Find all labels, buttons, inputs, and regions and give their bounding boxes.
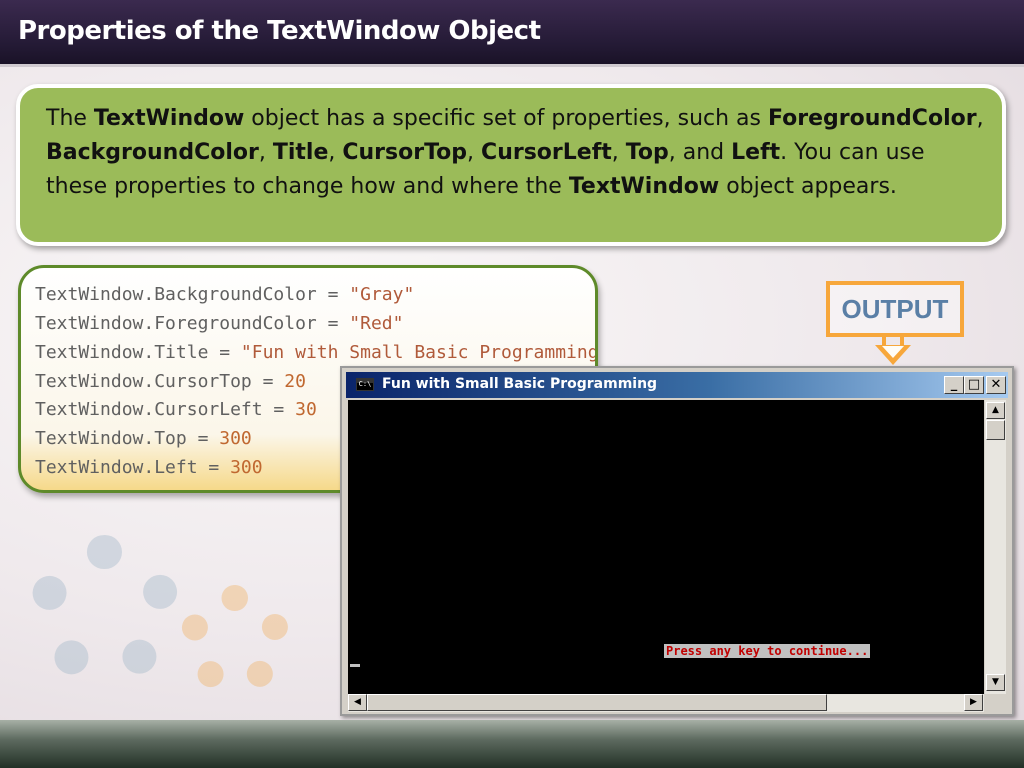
code-line: TextWindow.Top = 300: [35, 428, 252, 449]
code-operator: =: [208, 342, 241, 363]
console-area[interactable]: Press any key to continue...: [348, 400, 984, 694]
code-value: 30: [295, 399, 317, 420]
code-property: Top: [154, 428, 187, 449]
code-property: BackgroundColor: [154, 284, 317, 305]
intro-text-part: object has a specific set of properties,…: [244, 106, 768, 131]
intro-text-part: object appears.: [719, 174, 897, 199]
gear-decoration-icon: [180, 585, 290, 695]
code-line: TextWindow.BackgroundColor = "Gray": [35, 284, 414, 305]
slide-title: Properties of the TextWindow Object: [18, 16, 541, 46]
intro-keyword: TextWindow: [93, 106, 245, 131]
code-object: TextWindow.: [35, 313, 155, 334]
code-value: "Gray": [349, 284, 415, 305]
maximize-button[interactable]: □: [964, 376, 984, 394]
window-titlebar[interactable]: C:\ Fun with Small Basic Programming _ □…: [346, 372, 1008, 398]
intro-keyword: Title: [272, 140, 329, 165]
intro-keyword: ForegroundColor: [768, 106, 977, 131]
text-window[interactable]: C:\ Fun with Small Basic Programming _ □…: [340, 366, 1014, 716]
intro-text-part: ,: [611, 140, 626, 165]
code-line: TextWindow.Title = "Fun with Small Basic…: [35, 342, 598, 363]
intro-keyword: CursorLeft: [481, 140, 612, 165]
code-property: Left: [154, 457, 198, 478]
output-label-box: OUTPUT: [826, 281, 964, 337]
code-value: 20: [284, 371, 306, 392]
code-object: TextWindow.: [35, 428, 155, 449]
intro-keyword: TextWindow: [568, 174, 720, 199]
code-value: "Fun with Small Basic Programming": [240, 342, 598, 363]
code-operator: =: [251, 371, 285, 392]
code-object: TextWindow.: [35, 457, 155, 478]
vertical-scrollbar[interactable]: ▲ ▼: [985, 400, 1006, 694]
code-object: TextWindow.: [35, 371, 155, 392]
code-operator: =: [262, 399, 296, 420]
code-property: Title: [154, 342, 209, 363]
code-object: TextWindow.: [35, 284, 155, 305]
scrollbar-corner: [985, 694, 1006, 712]
console-icon: C:\: [356, 378, 374, 391]
code-object: TextWindow.: [35, 342, 155, 363]
slide-header: Properties of the TextWindow Object: [0, 0, 1024, 67]
scroll-right-button[interactable]: ▶: [964, 694, 983, 711]
intro-keyword: Left: [731, 140, 781, 165]
code-operator: =: [186, 428, 220, 449]
code-property: ForegroundColor: [154, 313, 317, 334]
code-property: CursorTop: [154, 371, 252, 392]
down-arrow-icon-inner: [882, 346, 904, 358]
intro-keyword: BackgroundColor: [46, 140, 259, 165]
gear-decoration-icon: [30, 535, 180, 685]
intro-keyword: Top: [625, 140, 669, 165]
slide-footer: [0, 720, 1024, 768]
scroll-left-button[interactable]: ◀: [348, 694, 367, 711]
code-line: TextWindow.Left = 300: [35, 457, 263, 478]
intro-text-part: ,: [328, 140, 343, 165]
intro-text-part: The: [46, 106, 94, 131]
code-value: "Red": [349, 313, 404, 334]
vertical-scroll-thumb[interactable]: [986, 420, 1005, 440]
code-property: CursorLeft: [154, 399, 263, 420]
code-operator: =: [197, 457, 231, 478]
intro-text: The TextWindow object has a specific set…: [46, 102, 986, 204]
code-operator: =: [316, 284, 350, 305]
scroll-down-button[interactable]: ▼: [986, 674, 1005, 691]
intro-text-part: ,: [976, 106, 984, 131]
code-object: TextWindow.: [35, 399, 155, 420]
scroll-up-button[interactable]: ▲: [986, 402, 1005, 419]
intro-callout: The TextWindow object has a specific set…: [16, 84, 1006, 246]
text-cursor: [350, 664, 360, 667]
output-label: OUTPUT: [841, 294, 949, 324]
intro-text-part: , and: [668, 140, 732, 165]
horizontal-scrollbar[interactable]: ◀ ▶: [348, 694, 984, 712]
close-button[interactable]: ✕: [986, 376, 1006, 394]
intro-keyword: CursorTop: [342, 140, 468, 165]
console-message: Press any key to continue...: [664, 644, 871, 658]
horizontal-scroll-thumb[interactable]: [367, 694, 827, 711]
code-operator: =: [316, 313, 350, 334]
code-value: 300: [230, 457, 263, 478]
code-value: 300: [219, 428, 252, 449]
intro-text-part: ,: [258, 140, 273, 165]
code-line: TextWindow.CursorLeft = 30: [35, 399, 317, 420]
code-line: TextWindow.ForegroundColor = "Red": [35, 313, 403, 334]
window-title: Fun with Small Basic Programming: [382, 376, 658, 392]
minimize-button[interactable]: _: [944, 376, 964, 394]
intro-text-part: ,: [467, 140, 482, 165]
code-line: TextWindow.CursorTop = 20: [35, 371, 306, 392]
